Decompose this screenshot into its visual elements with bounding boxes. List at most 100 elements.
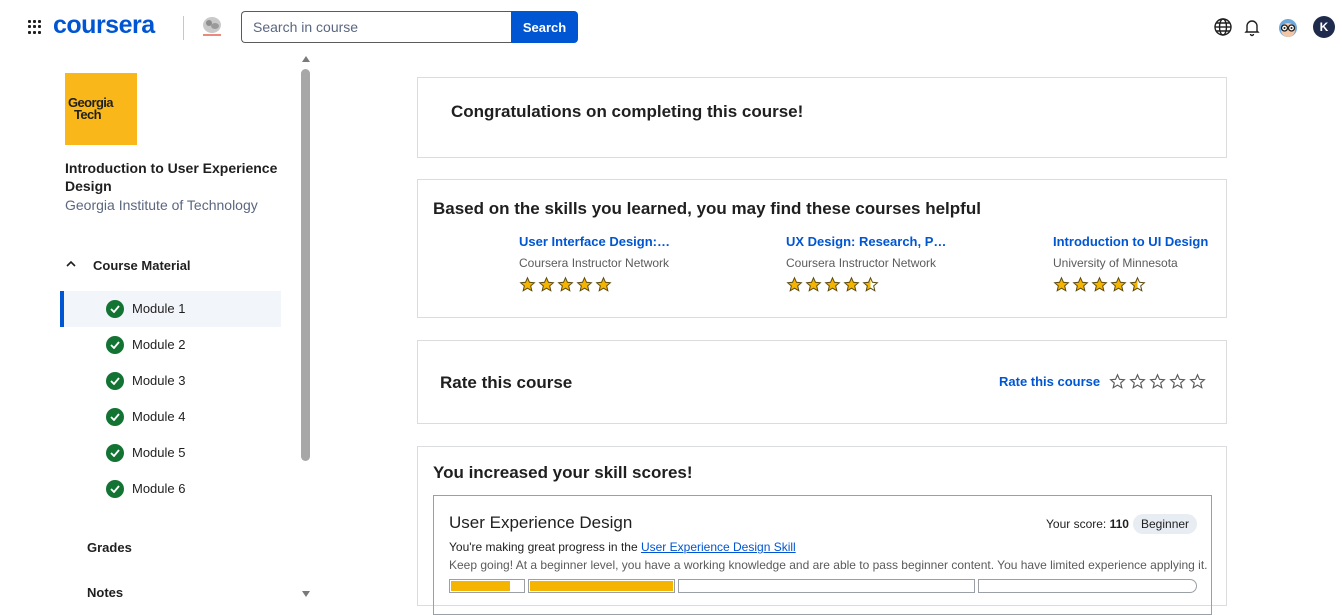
star-full-icon [557, 276, 574, 294]
skill-scores-card: You increased your skill scores! User Ex… [417, 446, 1227, 615]
sidebar-item-module-4[interactable]: Module 4 [60, 399, 281, 435]
progress-fill [529, 581, 674, 591]
recommended-course-1[interactable]: User Interface Design:… Coursera Instruc… [519, 234, 719, 294]
search-input[interactable] [241, 11, 511, 43]
completed-check-icon [106, 408, 124, 426]
completed-check-icon [106, 480, 124, 498]
course-title: Introduction to User Experience Design [65, 160, 278, 194]
progress-prefix: You're making great progress in the [449, 540, 638, 554]
coursera-logo[interactable]: coursera [53, 11, 155, 40]
star-full-icon [1072, 276, 1089, 294]
sidebar-scrollbar[interactable] [300, 56, 312, 601]
score-label: Your score: [1046, 517, 1107, 531]
star-full-icon [786, 276, 803, 294]
star-full-icon [1091, 276, 1108, 294]
module-label: Module 2 [132, 337, 186, 352]
star-rating [1053, 276, 1253, 294]
star-full-icon [576, 276, 593, 294]
module-label: Module 4 [132, 409, 186, 424]
skill-scores-title: You increased your skill scores! [433, 463, 693, 482]
bell-icon[interactable] [1242, 17, 1262, 37]
star-full-icon [595, 276, 612, 294]
skill-name: User Experience Design [449, 513, 633, 532]
recommended-course-provider: University of Minnesota [1053, 256, 1178, 270]
module-label: Module 1 [132, 301, 186, 316]
congrats-card: Congratulations on completing this cours… [417, 77, 1227, 158]
score-value: 110 [1109, 517, 1129, 531]
star-full-icon [1053, 276, 1070, 294]
sidebar-item-module-6[interactable]: Module 6 [60, 471, 281, 507]
apps-grid-icon[interactable] [28, 20, 42, 34]
star-rating [519, 276, 719, 294]
progress-segment-3 [977, 579, 1197, 593]
module-label: Module 5 [132, 445, 186, 460]
recommended-course-2[interactable]: UX Design: Research, P… Coursera Instruc… [786, 234, 986, 294]
star-half-icon [1129, 276, 1146, 294]
recommended-course-3[interactable]: Introduction to UI Design University of … [1053, 234, 1253, 294]
recommended-course-title[interactable]: User Interface Design:… [519, 234, 719, 249]
course-material-toggle[interactable]: Course Material [60, 254, 280, 278]
coach-icon[interactable] [1277, 16, 1299, 38]
user-avatar[interactable]: K [1313, 16, 1335, 38]
rate-course-title: Rate this course [440, 373, 573, 392]
recommended-course-provider: Coursera Instructor Network [519, 256, 670, 270]
search-button[interactable]: Search [511, 11, 578, 43]
recommended-course-title[interactable]: Introduction to UI Design [1053, 234, 1253, 249]
completed-check-icon [106, 336, 124, 354]
star-rating [786, 276, 986, 294]
skill-card: User Experience Design Your score: 110 B… [433, 495, 1212, 615]
completed-check-icon [106, 300, 124, 318]
progress-segment-1b [527, 579, 676, 593]
georgia-tech-logo: Georgia Tech [65, 73, 137, 145]
scroll-up-arrow-icon[interactable] [302, 56, 310, 62]
scrollbar-thumb[interactable] [301, 69, 310, 461]
star-full-icon [824, 276, 841, 294]
recommended-course-title[interactable]: UX Design: Research, P… [786, 234, 986, 249]
globe-icon[interactable] [1213, 17, 1233, 37]
partner-logo-icon [198, 12, 226, 40]
sidebar-item-module-1[interactable]: Module 1 [60, 291, 281, 327]
empty-star-icon[interactable] [1189, 373, 1206, 390]
recommendations-card: Based on the skills you learned, you may… [417, 179, 1227, 318]
chevron-up-icon [66, 260, 76, 267]
top-bar: coursera Search in course Search K [0, 0, 1342, 56]
logo-divider [183, 16, 184, 40]
star-full-icon [519, 276, 536, 294]
congrats-title: Congratulations on completing this cours… [451, 102, 804, 121]
star-full-icon [843, 276, 860, 294]
empty-star-icon[interactable] [1169, 373, 1186, 390]
sidebar-item-module-5[interactable]: Module 5 [60, 435, 281, 471]
rate-course-card: Rate this course Rate this course [417, 340, 1227, 424]
empty-star-icon[interactable] [1109, 373, 1126, 390]
sidebar-item-module-3[interactable]: Module 3 [60, 363, 281, 399]
completed-check-icon [106, 444, 124, 462]
star-full-icon [1110, 276, 1127, 294]
progress-segment-1a [449, 579, 525, 593]
course-university: Georgia Institute of Technology [65, 197, 258, 213]
rating-input[interactable] [1109, 373, 1206, 390]
completed-check-icon [106, 372, 124, 390]
skill-score: Your score: 110 [1046, 517, 1129, 531]
level-badge: Beginner [1133, 514, 1198, 534]
sidebar-item-module-2[interactable]: Module 2 [60, 327, 281, 363]
skill-description: Keep going! At a beginner level, you hav… [449, 558, 1208, 572]
empty-star-icon[interactable] [1129, 373, 1146, 390]
progress-segment-2 [678, 579, 975, 593]
scroll-down-arrow-icon[interactable] [302, 591, 310, 597]
progress-message: You're making great progress in the User… [449, 540, 796, 554]
empty-star-icon[interactable] [1149, 373, 1166, 390]
progress-fill [451, 581, 510, 591]
course-sidebar: Georgia Tech Introduction to User Experi… [0, 56, 300, 601]
recommendations-title: Based on the skills you learned, you may… [433, 199, 981, 218]
sidebar-item-grades[interactable]: Grades [87, 540, 132, 555]
module-label: Module 6 [132, 481, 186, 496]
module-label: Module 3 [132, 373, 186, 388]
georgia-tech-logo-text: Georgia Tech [68, 95, 114, 122]
course-material-label: Course Material [93, 258, 191, 273]
star-full-icon [805, 276, 822, 294]
star-full-icon [538, 276, 555, 294]
rate-course-link[interactable]: Rate this course [999, 374, 1100, 389]
sidebar-item-notes[interactable]: Notes [87, 585, 123, 600]
skill-link[interactable]: User Experience Design Skill [641, 540, 796, 554]
recommended-course-provider: Coursera Instructor Network [786, 256, 937, 270]
